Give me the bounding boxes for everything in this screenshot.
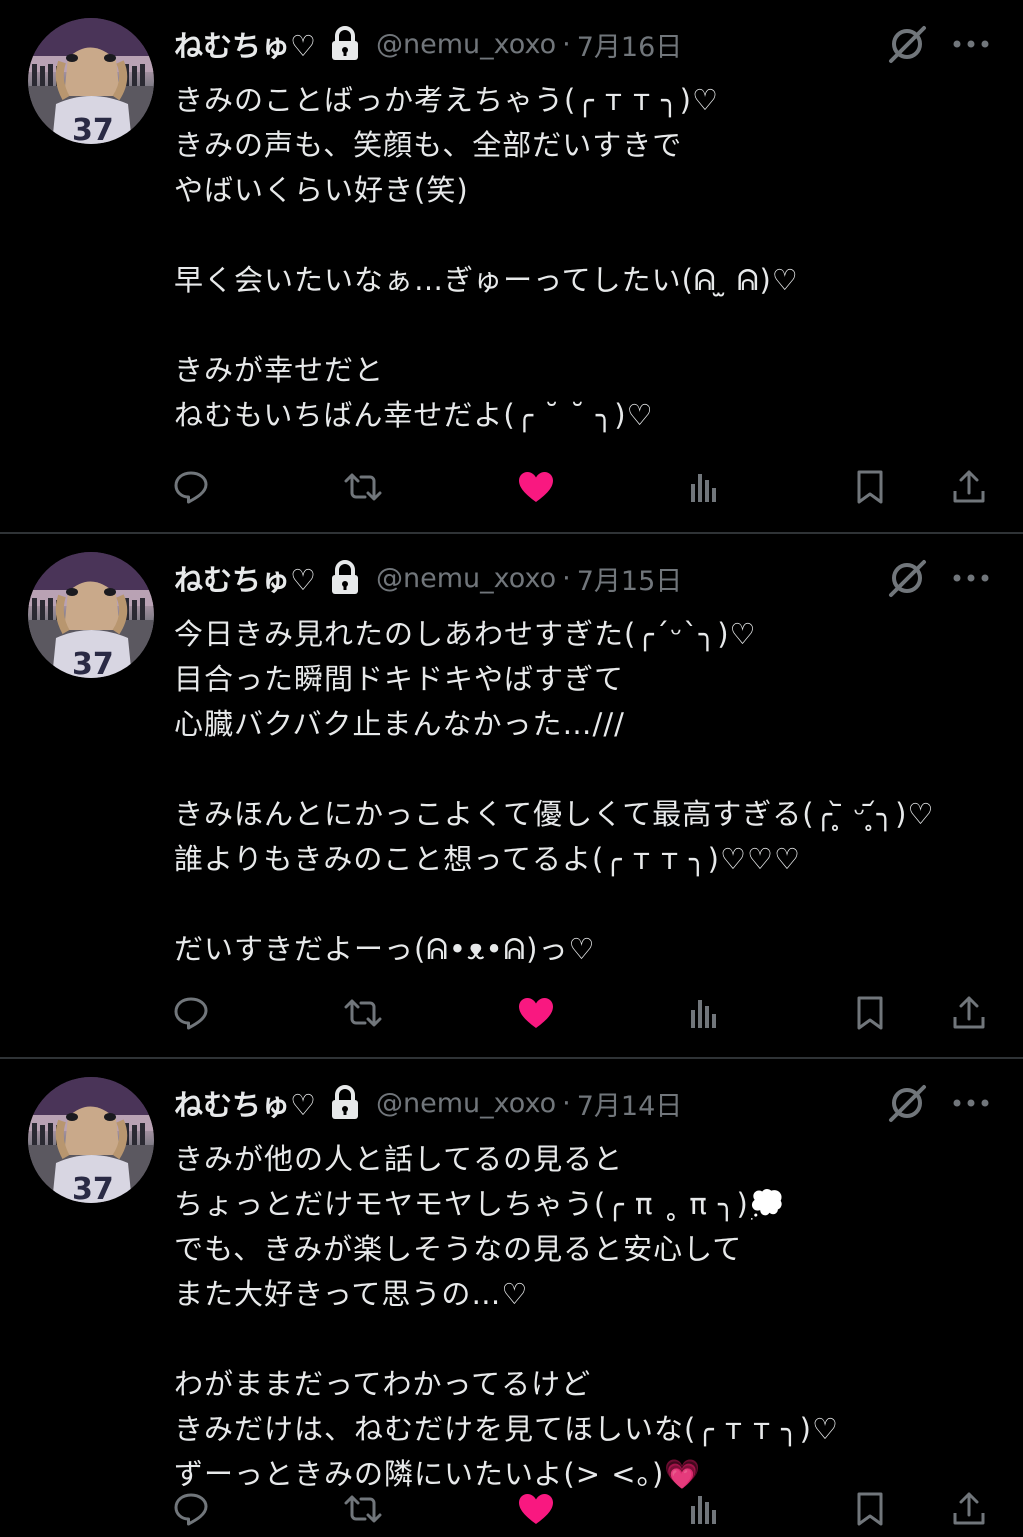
svg-text:37: 37 — [72, 1172, 114, 1203]
grok-icon[interactable] — [887, 1083, 927, 1123]
separator: · — [562, 1087, 571, 1119]
action-bar — [0, 988, 1023, 1038]
tweet-line: きみが幸せだと — [174, 353, 385, 387]
like-button[interactable] — [514, 462, 558, 512]
repost-button[interactable] — [341, 462, 385, 512]
tweet[interactable]: 37 ねむちゅ♡ @nemu_xoxo · 7月16日 きみのことばっか考えちゃ… — [0, 0, 1023, 532]
avatar[interactable]: 37 — [28, 552, 154, 678]
tweet-line — [174, 213, 1004, 258]
tweet-line: 誰よりもきみのこと想ってるよ(╭ ᴛ ᴛ ╮)♡♡♡ — [174, 842, 801, 876]
tweet[interactable]: 37 ねむちゅ♡ @nemu_xoxo · 7月15日 今日きみ見れたのしあわせ… — [0, 534, 1023, 1057]
views-icon — [691, 474, 716, 502]
tweet-header: ねむちゅ♡ @nemu_xoxo · 7月15日 — [174, 556, 682, 600]
tweet-line: きみだけは、ねむだけを見てほしいな(╭ ᴛ ᴛ ╮)♡ — [174, 1412, 839, 1446]
tweet-line — [174, 303, 1004, 348]
reply-icon — [174, 1493, 208, 1526]
svg-text:37: 37 — [72, 647, 114, 678]
separator: · — [562, 562, 571, 594]
tweet-line: きみが他の人と話してるの見ると — [174, 1142, 624, 1176]
more-options-icon[interactable] — [951, 1087, 991, 1119]
timestamp[interactable]: 7月15日 — [577, 559, 683, 598]
display-name[interactable]: ねむちゅ♡ — [174, 1082, 316, 1124]
tweet-text: きみが他の人と話してるの見ると ちょっとだけモヤモヤしちゃう(╭ π ˳ π ╮… — [174, 1137, 1004, 1497]
share-button[interactable] — [947, 1484, 991, 1534]
repost-button[interactable] — [341, 988, 385, 1038]
heart-icon — [519, 472, 553, 502]
timestamp[interactable]: 7月16日 — [577, 25, 683, 64]
handle[interactable]: @nemu_xoxo — [376, 29, 556, 60]
tweet-line: 心臓バクバク止まんなかった…/// — [174, 707, 625, 741]
reply-icon — [174, 471, 208, 504]
repost-button[interactable] — [341, 1484, 385, 1534]
views-button[interactable] — [682, 988, 726, 1038]
tweet-line: また大好きって思うの…♡ — [174, 1277, 529, 1311]
views-icon — [691, 1496, 716, 1524]
heart-icon — [519, 1494, 553, 1524]
display-name[interactable]: ねむちゅ♡ — [174, 557, 316, 599]
bookmark-icon — [857, 470, 883, 504]
tweet-line: でも、きみが楽しそうなの見ると安心して — [174, 1232, 743, 1266]
reply-icon — [174, 997, 208, 1030]
tweet-text: きみのことばっか考えちゃう(╭ ᴛ ᴛ ╮)♡ きみの声も、笑顔も、全部だいすき… — [174, 78, 1004, 438]
more-options-icon[interactable] — [951, 28, 991, 60]
repost-icon — [344, 473, 382, 501]
grok-icon[interactable] — [887, 24, 927, 64]
repost-icon — [344, 1495, 382, 1523]
heart-icon — [519, 998, 553, 1028]
views-icon — [691, 1000, 716, 1028]
tweet-line: 目合った瞬間ドキドキやばすぎて — [174, 662, 625, 696]
bookmark-button[interactable] — [848, 988, 892, 1038]
like-button[interactable] — [514, 1484, 558, 1534]
tweet[interactable]: 37 ねむちゅ♡ @nemu_xoxo · 7月14日 きみが他の人と話してるの… — [0, 1059, 1023, 1537]
reply-button[interactable] — [169, 988, 213, 1038]
tweet-line: だいすきだよーっ(ᕱ•ᴥ•ᕱ)っ♡ — [174, 932, 596, 966]
handle[interactable]: @nemu_xoxo — [376, 563, 556, 594]
tweet-line: きみほんとにかっこよくて優しくて最高すぎる(╭ ̥᷅ ᵕ ̥᷄╮)♡ — [174, 797, 935, 831]
avatar[interactable]: 37 — [28, 18, 154, 144]
action-bar — [0, 1484, 1023, 1534]
share-button[interactable] — [947, 462, 991, 512]
bookmark-icon — [857, 1492, 883, 1526]
separator: · — [562, 28, 571, 60]
action-bar — [0, 462, 1023, 512]
reply-button[interactable] — [169, 462, 213, 512]
tweet-text: 今日きみ見れたのしあわせすぎた(╭ˊᵕˋ╮)♡ 目合った瞬間ドキドキやばすぎて … — [174, 612, 1004, 972]
tweet-header: ねむちゅ♡ @nemu_xoxo · 7月16日 — [174, 22, 682, 66]
like-button[interactable] — [514, 988, 558, 1038]
share-icon — [953, 470, 985, 503]
tweet-line: わがままだってわかってるけど — [174, 1367, 592, 1401]
display-name[interactable]: ねむちゅ♡ — [174, 23, 316, 65]
lock-icon — [328, 560, 362, 596]
views-button[interactable] — [682, 1484, 726, 1534]
share-button[interactable] — [947, 988, 991, 1038]
lock-icon — [328, 26, 362, 62]
bookmark-button[interactable] — [848, 1484, 892, 1534]
more-options-icon[interactable] — [951, 562, 991, 594]
avatar[interactable]: 37 — [28, 1077, 154, 1203]
repost-icon — [344, 999, 382, 1027]
svg-text:37: 37 — [72, 113, 114, 144]
tweet-line: ちょっとだけモヤモヤしちゃう(╭ π ˳ π ╮)💭 — [174, 1187, 786, 1221]
tweet-line: きみの声も、笑顔も、全部だいすきで — [174, 128, 683, 162]
views-button[interactable] — [682, 462, 726, 512]
lock-icon — [328, 1085, 362, 1121]
bookmark-icon — [857, 996, 883, 1030]
tweet-line: やばいくらい好き(笑) — [174, 173, 469, 207]
tweet-line — [174, 882, 1004, 927]
tweet-line: 今日きみ見れたのしあわせすぎた(╭ˊᵕˋ╮)♡ — [174, 617, 757, 651]
tweet-line — [174, 1317, 1004, 1362]
tweet-line: ねむもいちばん幸せだよ(╭ ˘ ˘ ╮)♡ — [174, 398, 654, 432]
share-icon — [953, 996, 985, 1029]
tweet-line — [174, 747, 1004, 792]
tweet-line: きみのことばっか考えちゃう(╭ ᴛ ᴛ ╮)♡ — [174, 83, 719, 117]
reply-button[interactable] — [169, 1484, 213, 1534]
timeline: 37 ねむちゅ♡ @nemu_xoxo · 7月16日 きみのことばっか考えちゃ… — [0, 0, 1023, 1537]
tweet-header: ねむちゅ♡ @nemu_xoxo · 7月14日 — [174, 1081, 682, 1125]
timestamp[interactable]: 7月14日 — [577, 1084, 683, 1123]
bookmark-button[interactable] — [848, 462, 892, 512]
handle[interactable]: @nemu_xoxo — [376, 1088, 556, 1119]
grok-icon[interactable] — [887, 558, 927, 598]
tweet-line: 早く会いたいなぁ…ぎゅーってしたい(ᕱ ̫ ᕱ)♡ — [174, 263, 799, 297]
share-icon — [953, 1492, 985, 1525]
